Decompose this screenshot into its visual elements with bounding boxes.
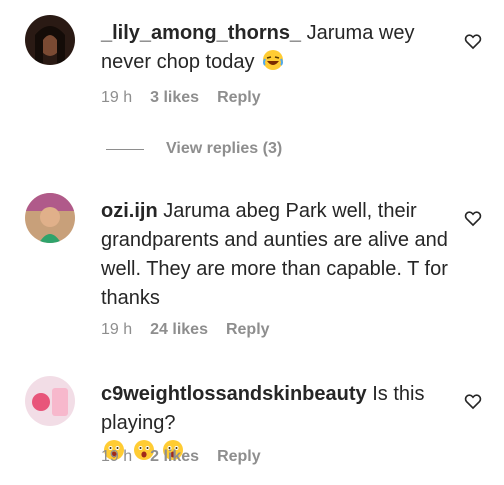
likes-count[interactable]: 24 likes — [150, 321, 208, 339]
view-replies-button[interactable]: View replies (3) — [106, 140, 282, 158]
comment-body: _lily_among_thorns_ Jaruma wey never cho… — [101, 19, 451, 80]
comment-meta: 19 h 24 likes Reply — [101, 321, 270, 339]
comment-username[interactable]: ozi.ijn — [101, 200, 158, 222]
likes-count[interactable]: 3 likes — [150, 89, 199, 107]
avatar[interactable] — [25, 376, 75, 426]
comment-time: 19 h — [101, 89, 133, 106]
avatar[interactable] — [25, 193, 75, 243]
avatar[interactable] — [25, 15, 75, 65]
comment-time: 19 h — [101, 448, 133, 465]
view-replies-label: View replies (3) — [166, 140, 283, 157]
comment-time: 19 h — [101, 321, 133, 338]
comment-username[interactable]: c9weightlossandskinbeauty — [101, 383, 367, 405]
reply-button[interactable]: Reply — [226, 321, 270, 339]
comment-username[interactable]: _lily_among_thorns_ — [101, 22, 301, 44]
comment-meta: 19 h 3 likes Reply — [101, 89, 261, 107]
heart-outline-icon[interactable] — [463, 391, 483, 411]
comment-meta: 19 h 2 likes Reply — [101, 448, 261, 466]
avatar-photo — [25, 193, 75, 243]
reply-button[interactable]: Reply — [217, 448, 261, 466]
heart-outline-icon[interactable] — [463, 208, 483, 228]
comment-body: ozi.ijn Jaruma abeg Park well, their gra… — [101, 197, 451, 313]
likes-count[interactable]: 2 likes — [150, 448, 199, 466]
divider-line — [106, 148, 144, 150]
reply-button[interactable]: Reply — [217, 89, 261, 107]
avatar-photo — [25, 376, 75, 426]
avatar-photo — [25, 15, 75, 65]
heart-outline-icon[interactable] — [463, 31, 483, 51]
laughing-emoji-icon — [262, 49, 284, 80]
